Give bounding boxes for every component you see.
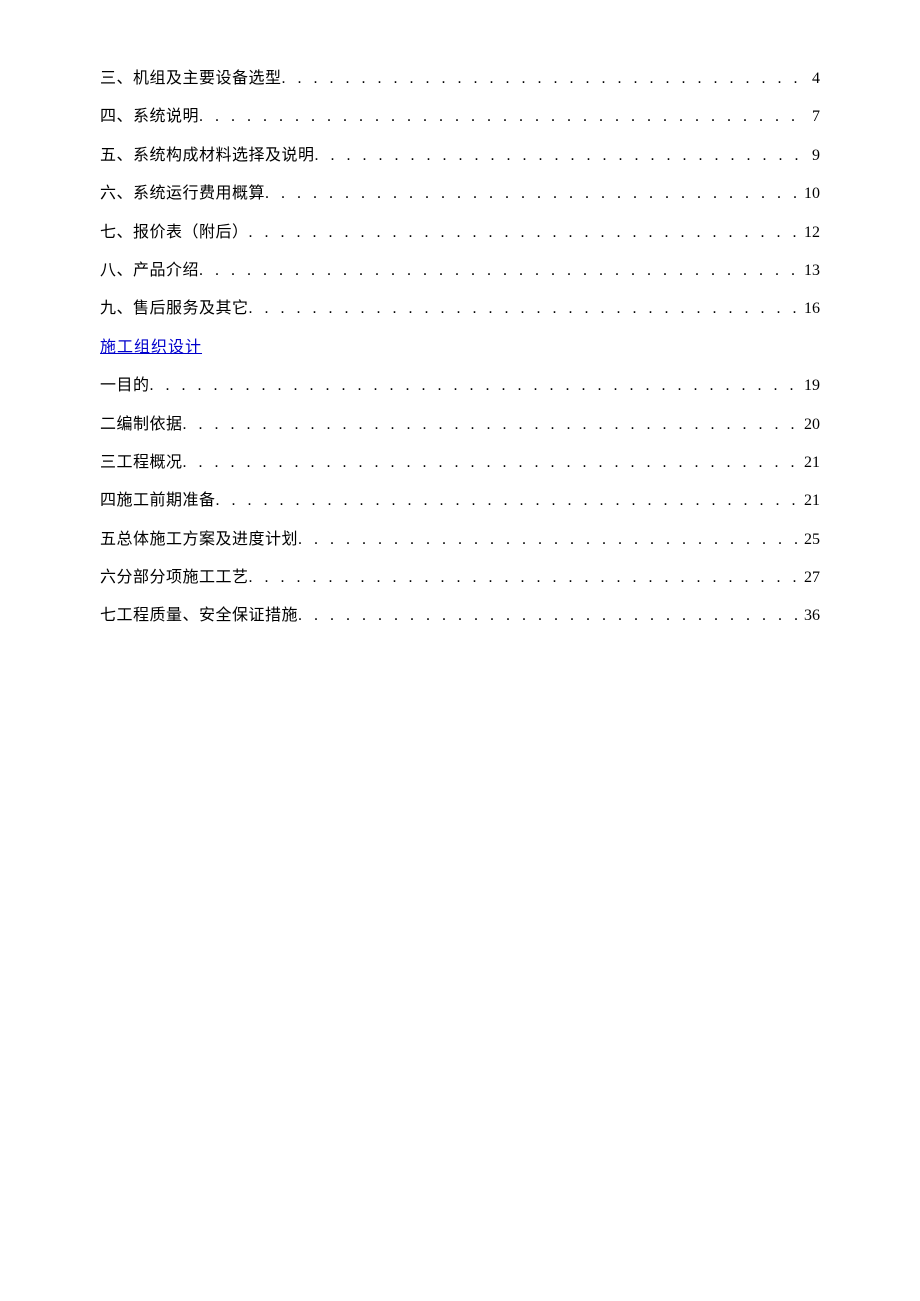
toc-leader-dots xyxy=(183,444,800,482)
toc-entry: 五、系统构成材料选择及说明 9 xyxy=(100,137,820,175)
toc-leader-dots xyxy=(216,482,800,520)
toc-entry: 二编制依据 20 xyxy=(100,406,820,444)
toc-page-number: 10 xyxy=(800,175,820,213)
toc-page-number: 19 xyxy=(800,367,820,405)
section-link-construction-design[interactable]: 施工组织设计 xyxy=(100,329,820,367)
document-page: 三、机组及主要设备选型 4 四、系统说明 7 五、系统构成材料选择及说明 9 六… xyxy=(0,0,920,1301)
toc-leader-dots xyxy=(315,137,808,175)
toc-leader-dots xyxy=(183,406,800,444)
toc-entry: 六分部分项施工工艺 27 xyxy=(100,559,820,597)
toc-leader-dots xyxy=(249,290,800,328)
toc-leader-dots xyxy=(298,597,800,635)
toc-page-number: 12 xyxy=(800,214,820,252)
toc-entry: 四施工前期准备 21 xyxy=(100,482,820,520)
toc-title: 一目的 xyxy=(100,367,150,405)
toc-leader-dots xyxy=(298,521,800,559)
toc-title: 四施工前期准备 xyxy=(100,482,216,520)
toc-page-number: 27 xyxy=(800,559,820,597)
toc-page-number: 21 xyxy=(800,444,820,482)
toc-entry: 七工程质量、安全保证措施 36 xyxy=(100,597,820,635)
toc-leader-dots xyxy=(249,559,800,597)
toc-entry: 三、机组及主要设备选型 4 xyxy=(100,60,820,98)
toc-leader-dots xyxy=(150,367,800,405)
toc-entry: 八、产品介绍 13 xyxy=(100,252,820,290)
toc-title: 三、机组及主要设备选型 xyxy=(100,60,282,98)
toc-entry: 五总体施工方案及进度计划 25 xyxy=(100,521,820,559)
toc-title: 六、系统运行费用概算 xyxy=(100,175,265,213)
toc-title: 四、系统说明 xyxy=(100,98,199,136)
toc-title: 五总体施工方案及进度计划 xyxy=(100,521,298,559)
toc-title: 八、产品介绍 xyxy=(100,252,199,290)
toc-page-number: 25 xyxy=(800,521,820,559)
toc-title: 九、售后服务及其它 xyxy=(100,290,249,328)
toc-leader-dots xyxy=(249,214,800,252)
toc-entry: 九、售后服务及其它 16 xyxy=(100,290,820,328)
toc-leader-dots xyxy=(199,252,800,290)
toc-page-number: 4 xyxy=(808,60,820,98)
toc-entry: 一目的 19 xyxy=(100,367,820,405)
toc-title: 六分部分项施工工艺 xyxy=(100,559,249,597)
toc-page-number: 13 xyxy=(800,252,820,290)
toc-page-number: 16 xyxy=(800,290,820,328)
toc-title: 七工程质量、安全保证措施 xyxy=(100,597,298,635)
toc-leader-dots xyxy=(199,98,808,136)
toc-page-number: 9 xyxy=(808,137,820,175)
toc-entry: 四、系统说明 7 xyxy=(100,98,820,136)
toc-title: 五、系统构成材料选择及说明 xyxy=(100,137,315,175)
toc-title: 二编制依据 xyxy=(100,406,183,444)
toc-title: 三工程概况 xyxy=(100,444,183,482)
section-link-label: 施工组织设计 xyxy=(100,339,202,356)
toc-leader-dots xyxy=(282,60,808,98)
toc-entry: 三工程概况 21 xyxy=(100,444,820,482)
toc-entry: 七、报价表（附后） 12 xyxy=(100,214,820,252)
toc-page-number: 36 xyxy=(800,597,820,635)
toc-entry: 六、系统运行费用概算 10 xyxy=(100,175,820,213)
toc-page-number: 20 xyxy=(800,406,820,444)
toc-page-number: 21 xyxy=(800,482,820,520)
toc-title: 七、报价表（附后） xyxy=(100,214,249,252)
toc-page-number: 7 xyxy=(808,98,820,136)
toc-leader-dots xyxy=(265,175,800,213)
